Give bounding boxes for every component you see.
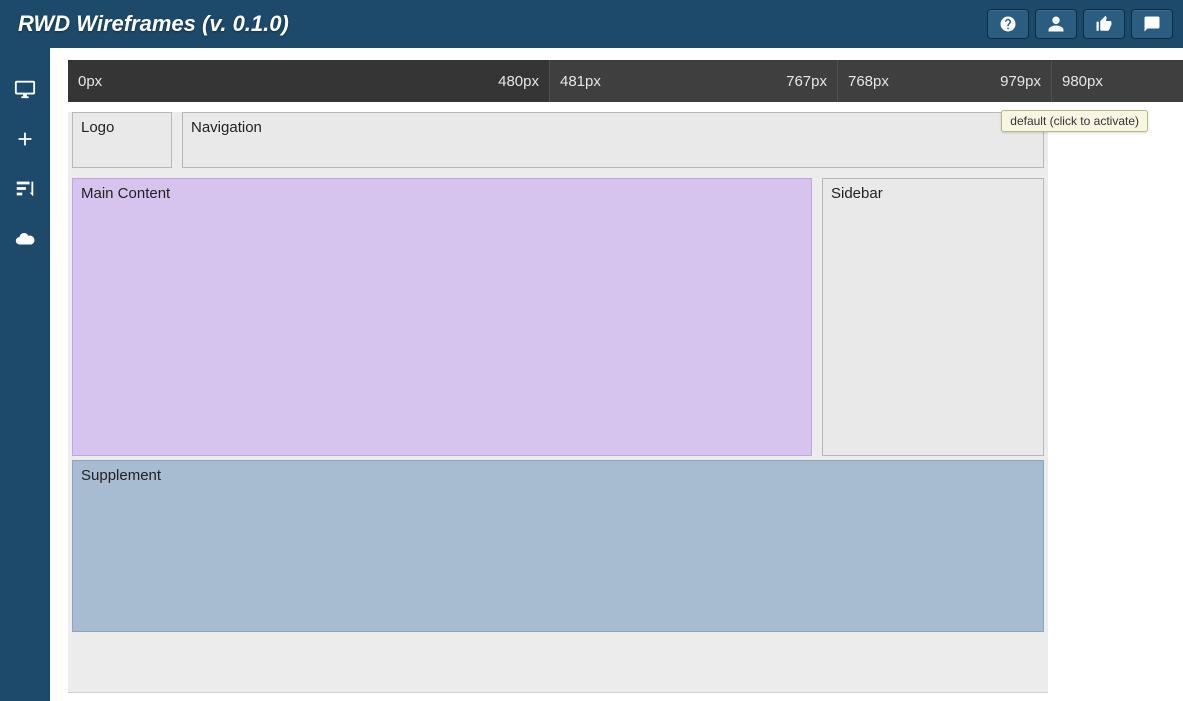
ruler-segment[interactable]: 768px 979px	[838, 60, 1052, 102]
wireframe-canvas: Logo Navigation Main Content Sidebar	[68, 112, 1048, 693]
cloud-button[interactable]	[12, 226, 38, 252]
help-icon	[999, 15, 1017, 33]
ruler-end: 480px	[498, 73, 539, 90]
chat-button[interactable]	[1131, 9, 1173, 39]
breakpoint-ruler: 0px 480px 481px 767px 768px 979px 980px	[68, 60, 1183, 102]
block-label: Main Content	[81, 185, 170, 202]
supplement-block[interactable]: Supplement	[72, 460, 1044, 632]
topbar: RWD Wireframes (v. 0.1.0)	[0, 0, 1183, 48]
block-label: Sidebar	[831, 185, 883, 202]
display-icon	[14, 78, 36, 100]
display-button[interactable]	[12, 76, 38, 102]
left-sidebar	[0, 48, 50, 701]
user-icon	[1047, 15, 1065, 33]
topbar-actions	[987, 9, 1173, 39]
ruler-end: 767px	[786, 73, 827, 90]
ruler-start: 980px	[1062, 73, 1103, 90]
ruler-start: 768px	[848, 73, 889, 90]
main-area: 0px 480px 481px 767px 768px 979px 980px …	[50, 48, 1183, 701]
user-button[interactable]	[1035, 9, 1077, 39]
logo-block[interactable]: Logo	[72, 112, 172, 168]
main-content-block[interactable]: Main Content	[72, 178, 812, 456]
like-button[interactable]	[1083, 9, 1125, 39]
sort-icon	[14, 178, 36, 200]
sort-button[interactable]	[12, 176, 38, 202]
plus-icon	[14, 128, 36, 150]
block-label: Navigation	[191, 119, 262, 136]
block-label: Supplement	[81, 467, 161, 484]
cloud-icon	[14, 228, 36, 250]
add-button[interactable]	[12, 126, 38, 152]
navigation-block[interactable]: Navigation	[182, 112, 1044, 168]
block-label: Logo	[81, 119, 114, 136]
ruler-segment[interactable]: 980px	[1052, 60, 1183, 102]
ruler-segment[interactable]: 0px 480px	[68, 60, 550, 102]
chat-icon	[1143, 15, 1161, 33]
app-title: RWD Wireframes (v. 0.1.0)	[18, 11, 289, 37]
sidebar-block[interactable]: Sidebar	[822, 178, 1044, 456]
help-button[interactable]	[987, 9, 1029, 39]
ruler-segment[interactable]: 481px 767px	[550, 60, 838, 102]
ruler-end: 979px	[1000, 73, 1041, 90]
activate-tooltip[interactable]: default (click to activate)	[1001, 110, 1148, 132]
ruler-start: 481px	[560, 73, 601, 90]
thumbs-up-icon	[1095, 15, 1113, 33]
ruler-start: 0px	[78, 73, 102, 90]
